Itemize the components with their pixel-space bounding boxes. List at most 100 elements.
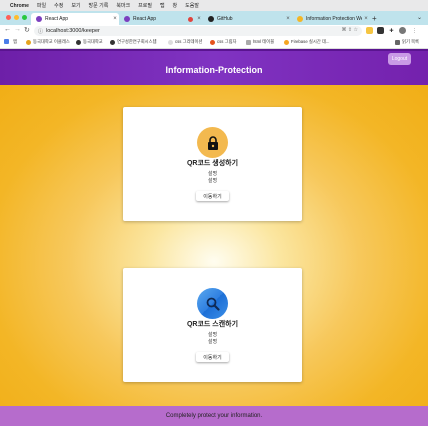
new-tab-icon[interactable]: + — [372, 14, 377, 23]
qr-generate-card: QR코드 생성하기 설명 설명 이동하기 — [123, 107, 302, 221]
site-info-icon[interactable]: ⓘ — [38, 28, 43, 35]
menu-item-view[interactable]: 보기 — [71, 2, 80, 9]
share-icon[interactable]: ⇪ — [348, 27, 352, 33]
bookmark-favicon-icon — [26, 39, 31, 45]
bookmark-item[interactable]: html 테이블 — [246, 39, 274, 45]
bookmarks-bar: 앱 동국대학교 이클래스 동국대학교 연구성한연구회시스템 css 그라데이션 … — [0, 37, 428, 49]
address-bar[interactable]: ⓘ localhost:3000/keeper ⌘ ⇪ ☆ — [34, 26, 362, 36]
reading-list-icon — [395, 39, 400, 45]
tab-information-protection[interactable]: Information Protection Web × — [292, 13, 370, 25]
apps-grid-icon[interactable] — [4, 39, 11, 44]
menu-item-help[interactable]: 도움말 — [185, 2, 199, 9]
card-title: QR코드 생성하기 — [186, 160, 239, 167]
menu-item-window[interactable]: 창 — [173, 2, 178, 9]
menu-item-bookmarks[interactable]: 북마크 — [116, 2, 130, 9]
bookmark-favicon-icon — [110, 39, 115, 45]
bookmark-label: Firebase 실시간 데... — [291, 39, 330, 44]
menu-item-tab[interactable]: 탭 — [160, 2, 165, 9]
translate-icon[interactable]: ⌘ — [342, 27, 347, 33]
bookmark-item[interactable]: css 그라데이션 — [168, 39, 202, 45]
bookmark-label: css 그림자 — [217, 39, 237, 44]
menu-item-history[interactable]: 방문 기록 — [89, 2, 109, 9]
bookmark-favicon-icon — [284, 39, 289, 45]
extension-icon[interactable] — [377, 27, 384, 34]
bookmark-item[interactable]: Firebase 실시간 데... — [284, 39, 330, 45]
tab-title: Information Protection Web — [306, 16, 362, 22]
bookmark-label: 동국대학교 — [83, 39, 103, 44]
go-button[interactable]: 이동하기 — [196, 191, 229, 201]
menu-item-profile[interactable]: 프로필 — [138, 2, 152, 9]
card-description: 설명 — [207, 171, 218, 177]
app-header: Information-Protection — [0, 49, 428, 85]
back-icon[interactable]: ← — [4, 26, 11, 33]
bookmark-favicon-icon — [168, 39, 173, 45]
window-zoom-button[interactable] — [22, 15, 27, 20]
bookmark-label: 연구성한연구회시스템 — [117, 39, 157, 44]
app-favicon-icon — [297, 16, 303, 22]
tab-close-icon[interactable]: × — [362, 16, 370, 22]
extension-icon[interactable] — [366, 27, 373, 34]
card-description: 설명 — [207, 178, 218, 184]
magnifier-icon — [206, 297, 220, 311]
qr-scan-card: QR코드 스캔하기 설명 설명 이동하기 — [123, 268, 302, 382]
tab-react-app-1[interactable]: React App × — [31, 13, 119, 25]
bookmark-item[interactable]: 동국대학교 이클래스 — [26, 39, 70, 45]
bookmark-label: html 테이블 — [253, 39, 275, 44]
tab-close-icon[interactable]: × — [111, 16, 119, 22]
menu-item-file[interactable]: 파일 — [37, 2, 46, 9]
profile-avatar-icon[interactable] — [399, 27, 406, 34]
menu-app-name[interactable]: Chrome — [10, 3, 29, 9]
window-close-button[interactable] — [6, 15, 11, 20]
footer-text: Completely protect your information. — [165, 413, 263, 419]
browser-tab-strip: React App × React App × GitHub × Informa… — [0, 11, 428, 25]
tab-search-icon[interactable]: ⌄ — [417, 14, 422, 21]
bookmark-label: 동국대학교 이클래스 — [33, 39, 70, 44]
go-button[interactable]: 이동하기 — [196, 352, 229, 362]
menu-item-edit[interactable]: 수정 — [54, 2, 63, 9]
bookmark-favicon-icon — [246, 39, 251, 45]
card-description: 설명 — [207, 332, 218, 338]
app-footer: Completely protect your information. — [0, 406, 428, 426]
tab-react-app-2[interactable]: React App × — [119, 13, 203, 25]
bookmark-item[interactable]: 동국대학교 — [76, 39, 103, 45]
bookmark-label: 앱 — [13, 39, 17, 44]
tab-title: React App — [133, 16, 157, 22]
window-minimize-button[interactable] — [14, 15, 19, 20]
header-divider — [0, 49, 428, 51]
tab-title: React App — [45, 16, 69, 22]
bookmark-apps[interactable]: 앱 — [13, 39, 17, 45]
react-favicon-icon — [36, 16, 42, 22]
bookmark-favicon-icon — [210, 39, 215, 45]
bookmark-label: 읽기 목록 — [402, 39, 420, 44]
lock-icon — [207, 135, 218, 150]
browser-toolbar: ← → ↻ ⓘ localhost:3000/keeper ⌘ ⇪ ☆ ✚ ⋮ — [0, 25, 428, 37]
tab-title: GitHub — [217, 16, 233, 22]
tab-close-icon[interactable]: × — [195, 16, 203, 22]
lock-icon-circle — [197, 127, 228, 158]
grid-icon — [4, 39, 9, 44]
react-favicon-icon — [124, 16, 130, 22]
chrome-menu-icon[interactable]: ⋮ — [411, 27, 418, 34]
card-title: QR코드 스캔하기 — [186, 321, 239, 328]
tab-github[interactable]: GitHub × — [203, 13, 292, 25]
card-description: 설명 — [207, 339, 218, 345]
magnifier-icon-circle — [197, 288, 228, 319]
recording-indicator-icon — [188, 16, 193, 22]
bookmark-label: css 그라데이션 — [175, 39, 203, 44]
tab-close-icon[interactable]: × — [284, 16, 292, 22]
reload-icon[interactable]: ↻ — [24, 26, 30, 34]
extensions-puzzle-icon[interactable]: ✚ — [388, 27, 395, 34]
bookmark-item[interactable]: 연구성한연구회시스템 — [110, 39, 157, 45]
forward-icon[interactable]: → — [14, 26, 21, 33]
bookmark-item[interactable]: css 그림자 — [210, 39, 237, 45]
main-content: QR코드 생성하기 설명 설명 이동하기 QR코드 스캔하기 설명 설명 이동하… — [0, 85, 428, 406]
logout-button[interactable]: Logout — [388, 53, 411, 65]
reading-list[interactable]: 읽기 목록 — [395, 39, 419, 45]
address-bar-actions: ⌘ ⇪ ☆ — [342, 27, 358, 33]
github-icon — [208, 16, 214, 22]
bookmark-star-icon[interactable]: ☆ — [354, 27, 358, 33]
bookmark-favicon-icon — [76, 39, 81, 45]
page-title: Information-Protection — [165, 65, 263, 75]
address-url[interactable]: localhost:3000/keeper — [46, 28, 100, 34]
macos-menu-bar: Chrome 파일 수정 보기 방문 기록 북마크 프로필 탭 창 도움말 — [0, 0, 428, 11]
